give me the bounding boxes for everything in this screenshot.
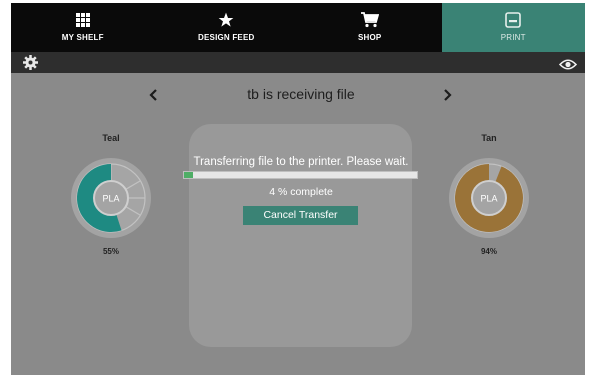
nav-label: MY SHELF [61,33,104,42]
chevron-right-icon[interactable] [437,85,457,105]
toolbar [11,52,585,73]
eye-icon[interactable] [558,57,578,70]
gear-icon[interactable] [23,55,38,70]
nav-print[interactable]: PRINT [441,3,585,52]
nav-label: PRINT [500,33,526,42]
grid-icon [74,12,92,28]
spool-material: PLA [102,194,119,204]
transfer-message: Transferring file to the printer. Please… [193,156,409,168]
spool-gauge: PLA [449,158,529,238]
nav-shop[interactable]: SHOP [298,3,442,52]
spool-teal[interactable]: Teal PLA 55% [66,133,156,256]
printer-header: tb is receiving file [11,83,585,109]
top-nav: MY SHELF DESIGN FEED SHOP PRINT [11,3,585,52]
chevron-left-icon[interactable] [144,85,164,105]
cancel-transfer-button[interactable]: Cancel Transfer [243,206,358,225]
spool-name: Teal [102,133,120,143]
cart-icon [360,12,379,28]
printer-icon [504,12,522,28]
page-title: tb is receiving file [247,86,355,102]
app-window: MY SHELF DESIGN FEED SHOP PRINT tb is re… [11,3,585,375]
nav-label: SHOP [358,33,382,42]
progress-fill [184,172,194,178]
nav-label: DESIGN FEED [198,33,255,42]
progress-text: 4 % complete [269,186,333,198]
spool-percent: 94% [480,247,497,256]
progress-bar [183,171,418,179]
nav-my-shelf[interactable]: MY SHELF [11,3,155,52]
star-icon [217,12,235,28]
spool-name: Tan [481,133,497,143]
spool-percent: 55% [102,247,119,256]
spool-material: PLA [480,194,497,204]
spool-tan[interactable]: Tan PLA 94% [444,133,534,256]
spool-gauge: PLA [71,158,151,238]
nav-design-feed[interactable]: DESIGN FEED [155,3,299,52]
